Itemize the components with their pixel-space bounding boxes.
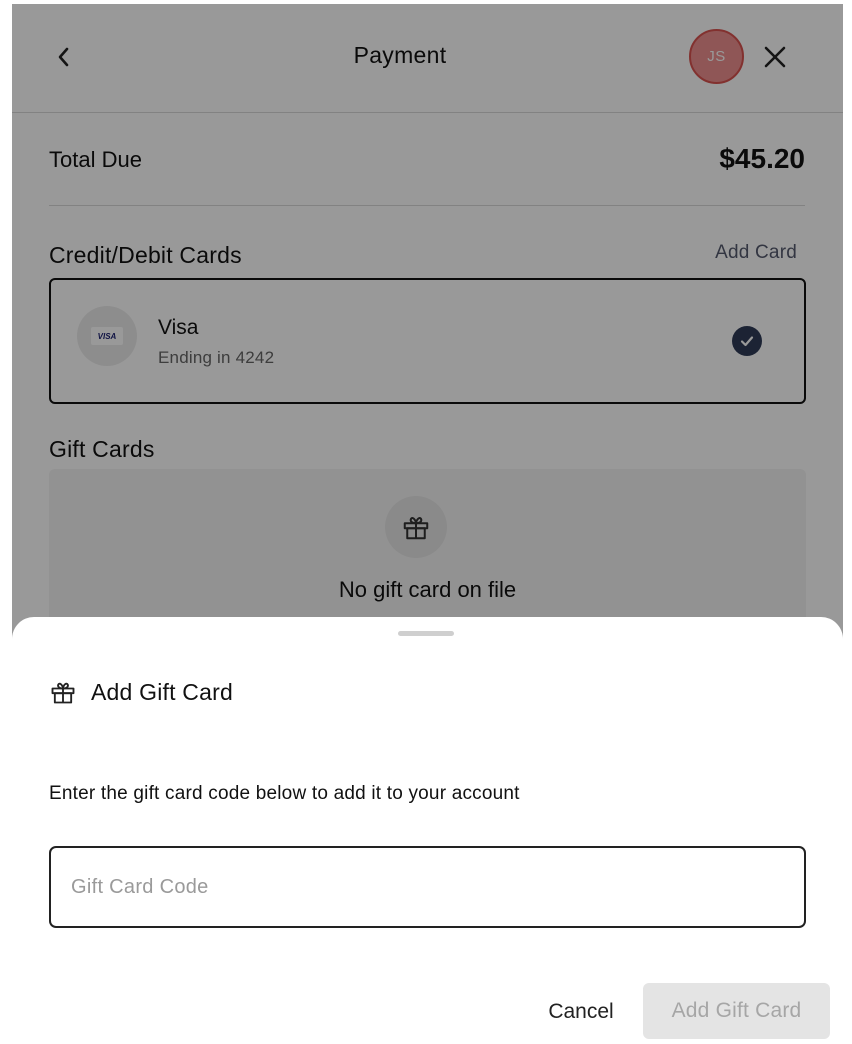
payment-screen: Payment JS Total Due $45.20 Credit/Debit… — [12, 4, 843, 1044]
sheet-header: Add Gift Card — [49, 678, 233, 706]
sheet-title: Add Gift Card — [91, 678, 233, 705]
cancel-button[interactable]: Cancel — [528, 987, 634, 1037]
gift-card-code-input[interactable] — [49, 846, 806, 928]
gift-icon — [51, 682, 75, 704]
drag-handle[interactable] — [398, 631, 454, 636]
sheet-description: Enter the gift card code below to add it… — [49, 783, 520, 804]
add-gift-card-sheet: Add Gift Card Enter the gift card code b… — [12, 617, 843, 1044]
add-gift-card-button[interactable]: Add Gift Card — [643, 983, 830, 1039]
